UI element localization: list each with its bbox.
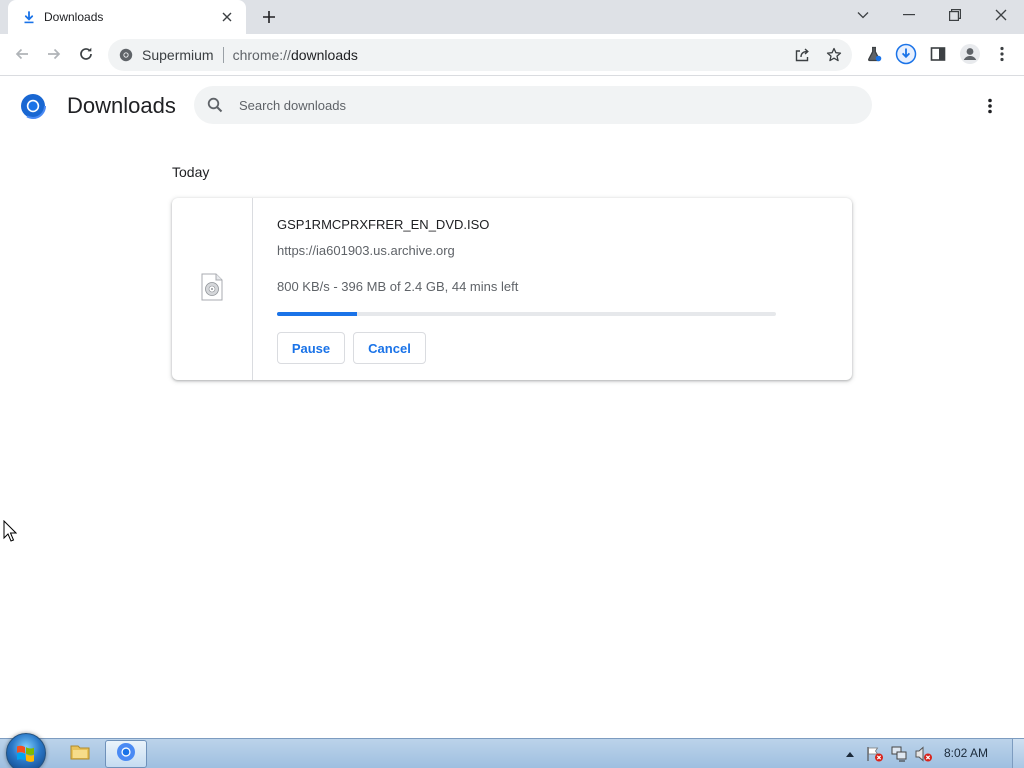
download-file-name[interactable]: GSP1RMCPRXFRER_EN_DVD.ISO xyxy=(277,217,489,232)
action-center-flag-icon[interactable] xyxy=(864,739,886,768)
file-explorer-icon xyxy=(70,743,90,766)
star-icon[interactable] xyxy=(822,43,846,67)
mouse-cursor-icon xyxy=(3,519,18,542)
browser-menu-icon[interactable] xyxy=(988,40,1016,68)
more-actions-button[interactable] xyxy=(976,92,1004,120)
windows-taskbar: 8:02 AM xyxy=(0,733,1024,768)
download-progress-bar xyxy=(277,312,776,316)
downloads-toolbar-button[interactable] xyxy=(892,40,920,68)
file-explorer-taskbar-button[interactable] xyxy=(59,740,101,768)
browser-taskbar-button[interactable] xyxy=(105,740,147,768)
tab-downloads[interactable]: Downloads xyxy=(8,0,246,34)
tab-close-icon[interactable] xyxy=(218,8,236,26)
download-file-icon-column xyxy=(172,198,253,380)
download-item: GSP1RMCPRXFRER_EN_DVD.ISO https://ia6019… xyxy=(172,198,852,380)
side-panel-icon[interactable] xyxy=(924,40,952,68)
close-window-button[interactable] xyxy=(978,0,1024,30)
date-section-label: Today xyxy=(172,164,210,180)
profile-avatar-icon[interactable] xyxy=(956,40,984,68)
reload-button[interactable] xyxy=(72,40,100,68)
show-desktop-button[interactable] xyxy=(1012,739,1024,768)
forward-button[interactable] xyxy=(40,40,68,68)
site-chip: Supermium xyxy=(142,47,214,63)
pause-button[interactable]: Pause xyxy=(277,332,345,364)
tab-strip: Downloads xyxy=(0,0,1024,34)
cancel-button[interactable]: Cancel xyxy=(353,332,426,364)
url-text: chrome://downloads xyxy=(233,47,358,63)
chrome-logo-icon xyxy=(20,93,46,119)
disc-file-icon xyxy=(200,273,224,306)
show-hidden-icons-button[interactable] xyxy=(843,739,857,768)
tab-search-chevron-icon[interactable] xyxy=(840,0,886,30)
share-icon[interactable] xyxy=(790,43,814,67)
restore-button[interactable] xyxy=(932,0,978,30)
minimize-button[interactable] xyxy=(886,0,932,30)
page-title: Downloads xyxy=(67,93,176,118)
download-source-url[interactable]: https://ia601903.us.archive.org xyxy=(277,243,455,258)
search-downloads-box[interactable] xyxy=(194,86,872,124)
tab-title: Downloads xyxy=(44,10,104,24)
search-icon xyxy=(206,96,224,114)
browser-icon xyxy=(116,742,136,767)
download-status: 800 KB/s - 396 MB of 2.4 GB, 44 mins lef… xyxy=(277,279,519,294)
address-bar[interactable]: Supermium chrome://downloads xyxy=(108,39,852,71)
back-button[interactable] xyxy=(8,40,36,68)
supermium-site-icon xyxy=(118,47,134,63)
extensions-flask-icon[interactable] xyxy=(860,40,888,68)
url-path: downloads xyxy=(290,47,358,63)
taskbar-clock[interactable]: 8:02 AM xyxy=(944,746,988,760)
new-tab-button[interactable] xyxy=(257,5,281,29)
downloads-header: Downloads xyxy=(0,77,1024,133)
download-progress-fill xyxy=(277,312,357,316)
search-input[interactable] xyxy=(239,97,819,113)
windows-start-icon[interactable] xyxy=(6,733,46,768)
url-scheme: chrome:// xyxy=(232,47,291,63)
browser-toolbar: Supermium chrome://downloads xyxy=(0,34,1024,76)
omnibox-separator xyxy=(222,47,224,63)
network-icon[interactable] xyxy=(889,739,911,768)
volume-muted-icon[interactable] xyxy=(913,739,935,768)
download-icon xyxy=(22,10,36,24)
